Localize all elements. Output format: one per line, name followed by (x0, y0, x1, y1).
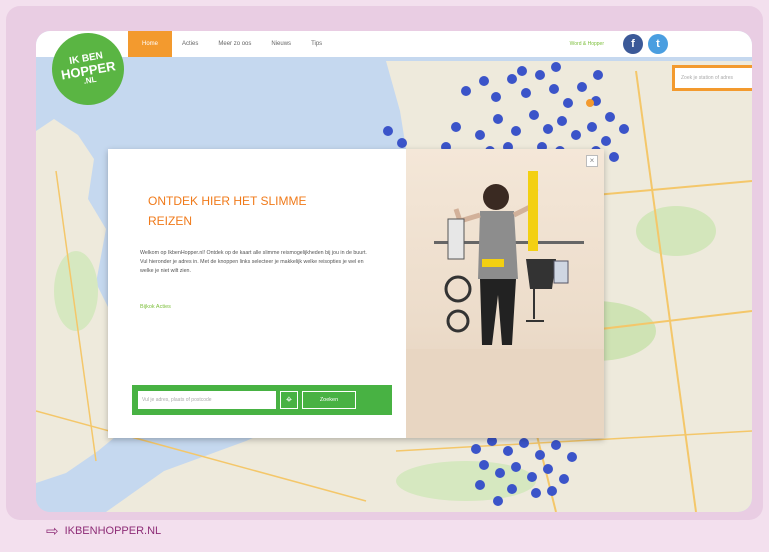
nav-right: Word & Hopper f t (570, 34, 668, 54)
browser-viewport: Home Acties Meer zo oos Nieuws Tips Word… (36, 31, 752, 512)
search-button[interactable]: Zoeken (302, 391, 356, 409)
modal-heading: ONTDEK HIER HET SLIMME REIZEN (148, 194, 307, 228)
locate-icon[interactable]: ⌖ (280, 391, 298, 409)
modal-acties-link[interactable]: Bijkok Acties (140, 304, 171, 310)
arrow-icon: ⇨ (46, 523, 59, 540)
login-link[interactable]: Word & Hopper (570, 41, 604, 47)
caption-text[interactable]: IKBENHOPPER.NL (65, 525, 162, 537)
nav-tab-acties[interactable]: Acties (172, 31, 208, 57)
source-caption: ⇨ IKBENHOPPER.NL (46, 522, 161, 540)
nav-tab-nieuws[interactable]: Nieuws (261, 31, 301, 57)
nav-tab-home[interactable]: Home (128, 31, 173, 57)
twitter-icon[interactable]: t (648, 34, 668, 54)
address-input[interactable]: Vul je adres, plaats of postcode (138, 391, 276, 409)
hopper-photo (406, 149, 604, 438)
nav-tab-meer[interactable]: Meer zo oos (208, 31, 261, 57)
modal-search-bar: Vul je adres, plaats of postcode ⌖ Zoeke… (132, 385, 392, 415)
map-search-input[interactable]: Zoek je station of adres (672, 65, 752, 91)
top-navigation: Home Acties Meer zo oos Nieuws Tips Word… (36, 31, 752, 57)
nav-tab-tips[interactable]: Tips (301, 31, 332, 57)
modal-body-text: Welkom op IkbenHopper.nl! Ontdek op de k… (140, 250, 367, 274)
facebook-icon[interactable]: f (623, 34, 643, 54)
close-icon[interactable]: × (586, 155, 598, 167)
